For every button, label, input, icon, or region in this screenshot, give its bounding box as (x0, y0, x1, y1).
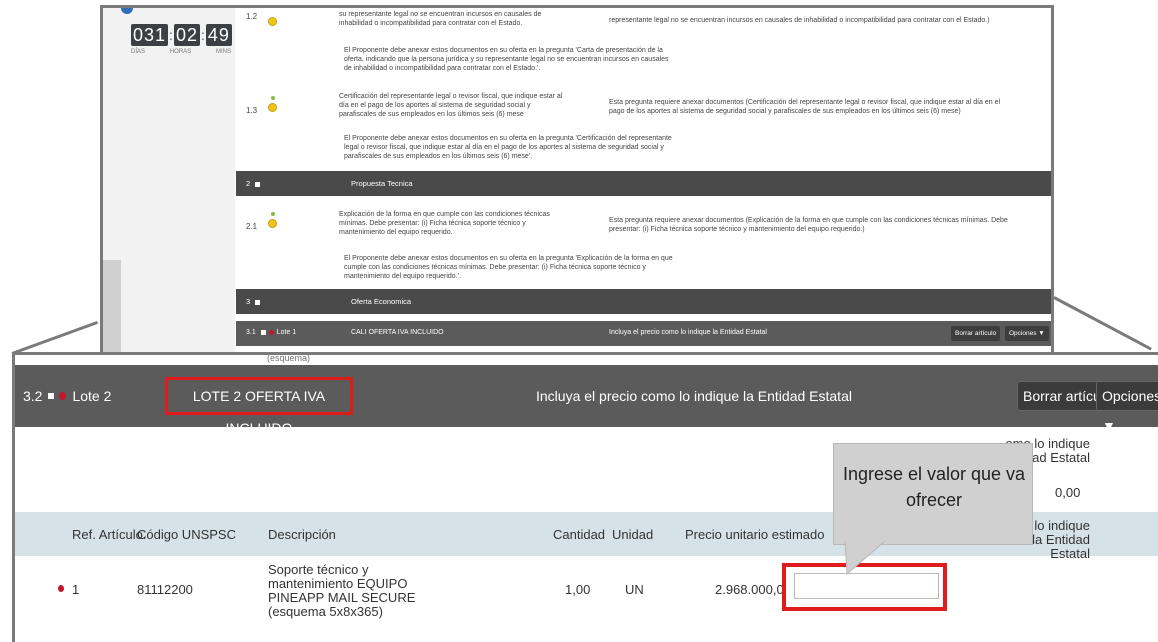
lot-header-3-1[interactable]: 3.1 Lote 1 CALI OFERTA IVA INCLUIDO Inclu… (236, 321, 1051, 346)
lot-title: CALI OFERTA IVA INCLUIDO (351, 329, 444, 336)
lot-title-highlight: LOTE 2 OFERTA IVA INCLUIDO (165, 377, 353, 436)
lot-header-3-2[interactable]: 3.2 Lote 2 LOTE 2 OFERTA IVA INCLUIDO In… (15, 365, 1158, 436)
status-dot-icon (268, 329, 274, 335)
answered-dot-icon (271, 212, 275, 216)
pending-icon (268, 103, 277, 112)
zoomed-lot-panel: (esquema) 3.2 Lote 2 LOTE 2 OFERTA IVA I… (12, 352, 1158, 642)
answered-dot-icon (271, 96, 275, 100)
delete-item-button[interactable]: Borrar artículo (951, 326, 1001, 341)
countdown-hours: 02 (173, 24, 200, 46)
cell-unspsc: 81112200 (137, 582, 193, 597)
lot-description: Incluya el precio como lo indique la Ent… (536, 388, 852, 404)
col-description: Descripción (268, 527, 336, 542)
note-row-2-1: El Proponente debe anexar estos document… (236, 254, 1051, 284)
collapse-icon[interactable] (255, 299, 261, 305)
lot-number: 3.1 (246, 329, 256, 336)
col-estimated-price: Precio unitario estimado (685, 527, 825, 542)
col-ref: Ref. Artículo. (72, 527, 147, 542)
section-header-2[interactable]: 2 Propuesta Tecnica (236, 171, 1051, 196)
left-sidebar: 031 : 02 : 49 DÍAS HORAS MINS (103, 8, 235, 353)
question-requirement: representante legal no se encuentran inc… (609, 17, 990, 24)
collapse-icon[interactable] (255, 181, 261, 187)
col-quantity: Cantidad (553, 527, 606, 542)
pending-icon (268, 17, 277, 26)
zoom-connector-left (11, 320, 99, 355)
question-number: 2.1 (246, 222, 258, 231)
zoom-connector-right (1053, 296, 1152, 351)
note-row-1-2: El Proponente debe anexar estos document… (236, 46, 1051, 78)
question-row-1-3: 1.3 Certificación del representante lega… (236, 90, 1051, 126)
table-row: 1 81112200 Soporte técnico y mantenimien… (15, 555, 1158, 625)
note-row-1-3: El Proponente debe anexar estos document… (236, 134, 1051, 168)
callout-pointer (844, 541, 886, 576)
question-number: 1.2 (246, 12, 258, 21)
cell-description: Soporte técnico y mantenimiento EQUIPO P… (268, 562, 416, 619)
question-requirement: Esta pregunta requiere anexar documentos… (609, 99, 1001, 115)
question-note: El Proponente debe anexar estos document… (344, 135, 672, 160)
question-row-1-2: 1.2 su representante legal no se encuent… (236, 8, 1051, 38)
question-text: su representante legal no se encuentran … (339, 11, 542, 27)
question-note: El Proponente debe anexar estos document… (344, 255, 673, 280)
collapse-icon[interactable] (48, 393, 55, 399)
sidebar-scroll-track (103, 260, 121, 353)
options-dropdown-button[interactable]: Opciones ▼ (1005, 326, 1049, 341)
status-dot (121, 8, 133, 14)
question-number: 1.3 (246, 106, 258, 115)
callout-text: Ingrese el valor que va ofrecer (842, 464, 1026, 510)
section-number: 2 (246, 179, 251, 188)
question-text: Explicación de la forma en que cumple co… (339, 211, 550, 236)
lot-title: LOTE 2 OFERTA IVA INCLUIDO (192, 388, 326, 436)
options-dropdown-button[interactable]: Opciones ▼ (1096, 381, 1158, 434)
countdown-days: 031 (131, 24, 169, 46)
instruction-callout: Ingrese el valor que va ofrecer (833, 443, 1033, 545)
countdown-label-days: DÍAS (131, 49, 146, 55)
lot-total-value: 0,00 (1055, 485, 1081, 500)
countdown-labels: DÍAS HORAS MINS (131, 49, 231, 55)
section-title: Oferta Economica (351, 297, 412, 306)
countdown-label-hours: HORAS (169, 49, 192, 55)
section-number: 3 (246, 297, 251, 306)
lot-label: Lote 1 (276, 329, 297, 336)
col-unspsc: Código UNSPSC (137, 527, 236, 542)
pending-icon (268, 219, 277, 228)
question-text: Certificación del representante legal o … (339, 93, 563, 118)
cell-quantity: 1,00 (565, 582, 591, 597)
top-screenshot-panel: 031 : 02 : 49 DÍAS HORAS MINS 1.2 su rep… (100, 5, 1054, 356)
countdown-timer: 031 : 02 : 49 (131, 24, 232, 46)
question-note: El Proponente debe anexar estos document… (344, 47, 669, 72)
col-unit: Unidad (612, 527, 654, 542)
section-header-3[interactable]: 3 Oferta Economica (236, 289, 1051, 314)
status-dot-icon (58, 585, 64, 592)
countdown-label-mins: MINS (215, 49, 231, 55)
cell-unit: UN (625, 582, 644, 597)
countdown-mins: 49 (205, 24, 232, 46)
lot-description: Incluya el precio como lo indique la Ent… (609, 329, 767, 336)
question-row-2-1: 2.1 Explicación de la forma en que cumpl… (236, 208, 1051, 244)
cell-estimated-price: 2.968.000,0 (715, 582, 784, 597)
cell-ref: 1 (72, 582, 80, 597)
question-requirement: Esta pregunta requiere anexar documentos… (609, 217, 1008, 233)
clipped-text: (esquema) (267, 353, 311, 363)
collapse-icon[interactable] (260, 329, 266, 335)
section-title: Propuesta Tecnica (351, 179, 413, 188)
status-dot-icon (59, 392, 67, 400)
unit-price-input[interactable] (794, 573, 939, 599)
lot-label: Lote 2 (72, 388, 112, 404)
lot-number: 3.2 (23, 388, 43, 404)
